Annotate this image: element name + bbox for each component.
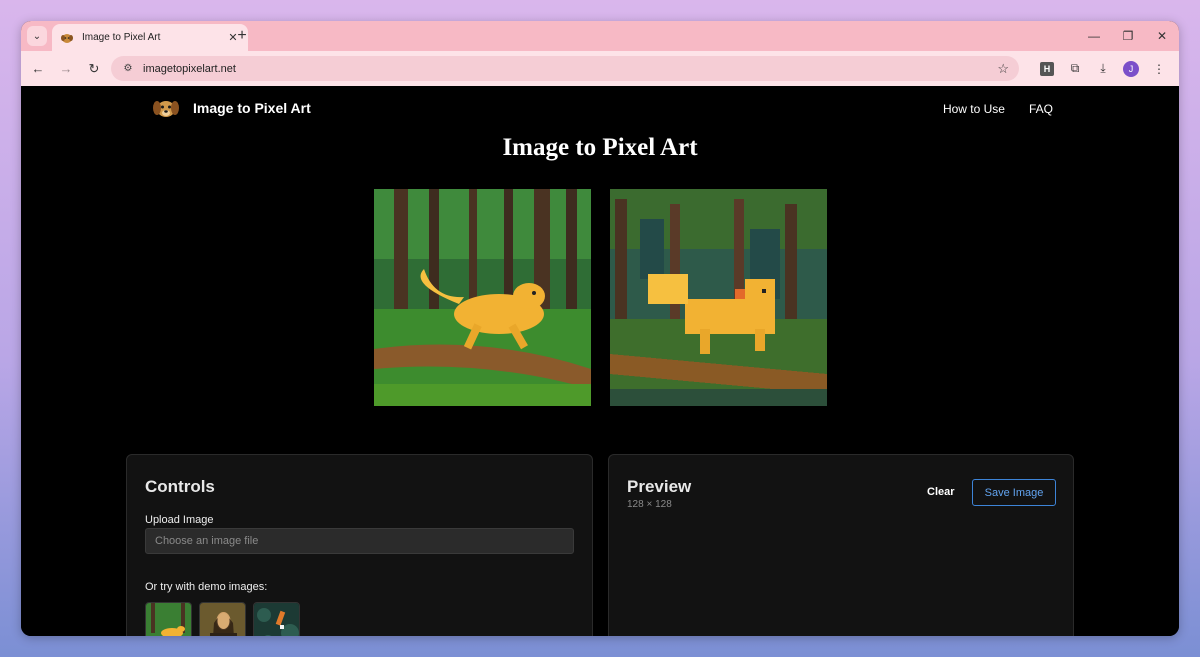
- minimize-icon[interactable]: —: [1077, 21, 1111, 51]
- brand-name: Image to Pixel Art: [193, 100, 311, 116]
- demo-label: Or try with demo images:: [145, 581, 268, 593]
- site-settings-icon[interactable]: ⚙: [121, 62, 135, 76]
- download-icon[interactable]: ⤓: [1091, 57, 1115, 81]
- menu-kebab-icon[interactable]: ⋮: [1147, 57, 1171, 81]
- browser-toolbar: ← → ↻ ⚙ imagetopixelart.net ☆ H ⧉ ⤓ J ⋮: [21, 51, 1179, 86]
- preview-title: Preview: [627, 477, 692, 496]
- site-header: Image to Pixel Art How to Use FAQ: [21, 86, 1179, 132]
- controls-panel: Controls Upload Image Choose an image fi…: [126, 454, 593, 636]
- browser-window: ⌄ Image to Pixel Art ✕ + — ❐ ✕ ← → ↻ ⚙ i…: [21, 21, 1179, 636]
- controls-title: Controls: [145, 477, 215, 496]
- nav-faq[interactable]: FAQ: [1029, 102, 1053, 116]
- pixel-art-image: [610, 189, 827, 406]
- bookmark-star-icon[interactable]: ☆: [997, 61, 1009, 77]
- preview-size: 128 × 128: [627, 499, 672, 510]
- clear-button[interactable]: Clear: [927, 486, 955, 498]
- tab-search-icon[interactable]: ⌄: [27, 26, 47, 46]
- page-content: Image to Pixel Art How to Use FAQ Image …: [21, 86, 1179, 636]
- tab-active[interactable]: Image to Pixel Art ✕: [52, 24, 248, 51]
- demo-thumb-abstract[interactable]: [253, 602, 300, 636]
- extensions-puzzle-icon[interactable]: ⧉: [1063, 57, 1087, 81]
- save-image-button[interactable]: Save Image: [972, 479, 1056, 506]
- file-input[interactable]: Choose an image file: [145, 528, 574, 554]
- original-image: [374, 189, 591, 406]
- extension-h-icon[interactable]: H: [1035, 57, 1059, 81]
- upload-label: Upload Image: [145, 514, 214, 526]
- profile-avatar[interactable]: J: [1119, 57, 1143, 81]
- nav-how-to-use[interactable]: How to Use: [943, 102, 1005, 116]
- new-tab-icon[interactable]: +: [233, 27, 251, 45]
- demo-thumb-dog[interactable]: [145, 602, 192, 636]
- reload-icon[interactable]: ↻: [82, 57, 106, 81]
- address-bar[interactable]: ⚙ imagetopixelart.net ☆: [111, 56, 1019, 81]
- back-icon[interactable]: ←: [26, 57, 50, 81]
- window-close-icon[interactable]: ✕: [1145, 21, 1179, 51]
- preview-panel: Preview 128 × 128 Clear Save Image: [608, 454, 1074, 636]
- page-title: Image to Pixel Art: [502, 134, 698, 161]
- tab-strip: ⌄ Image to Pixel Art ✕ + — ❐ ✕: [21, 21, 1179, 51]
- tab-title: Image to Pixel Art: [82, 32, 161, 43]
- brand[interactable]: Image to Pixel Art: [152, 96, 311, 120]
- dog-favicon-icon: [61, 33, 73, 43]
- restore-icon[interactable]: ❐: [1111, 21, 1145, 51]
- forward-icon[interactable]: →: [54, 57, 78, 81]
- dog-logo-icon: [153, 101, 179, 117]
- demo-thumb-mona-lisa[interactable]: [199, 602, 246, 636]
- url-text[interactable]: imagetopixelart.net: [143, 63, 997, 75]
